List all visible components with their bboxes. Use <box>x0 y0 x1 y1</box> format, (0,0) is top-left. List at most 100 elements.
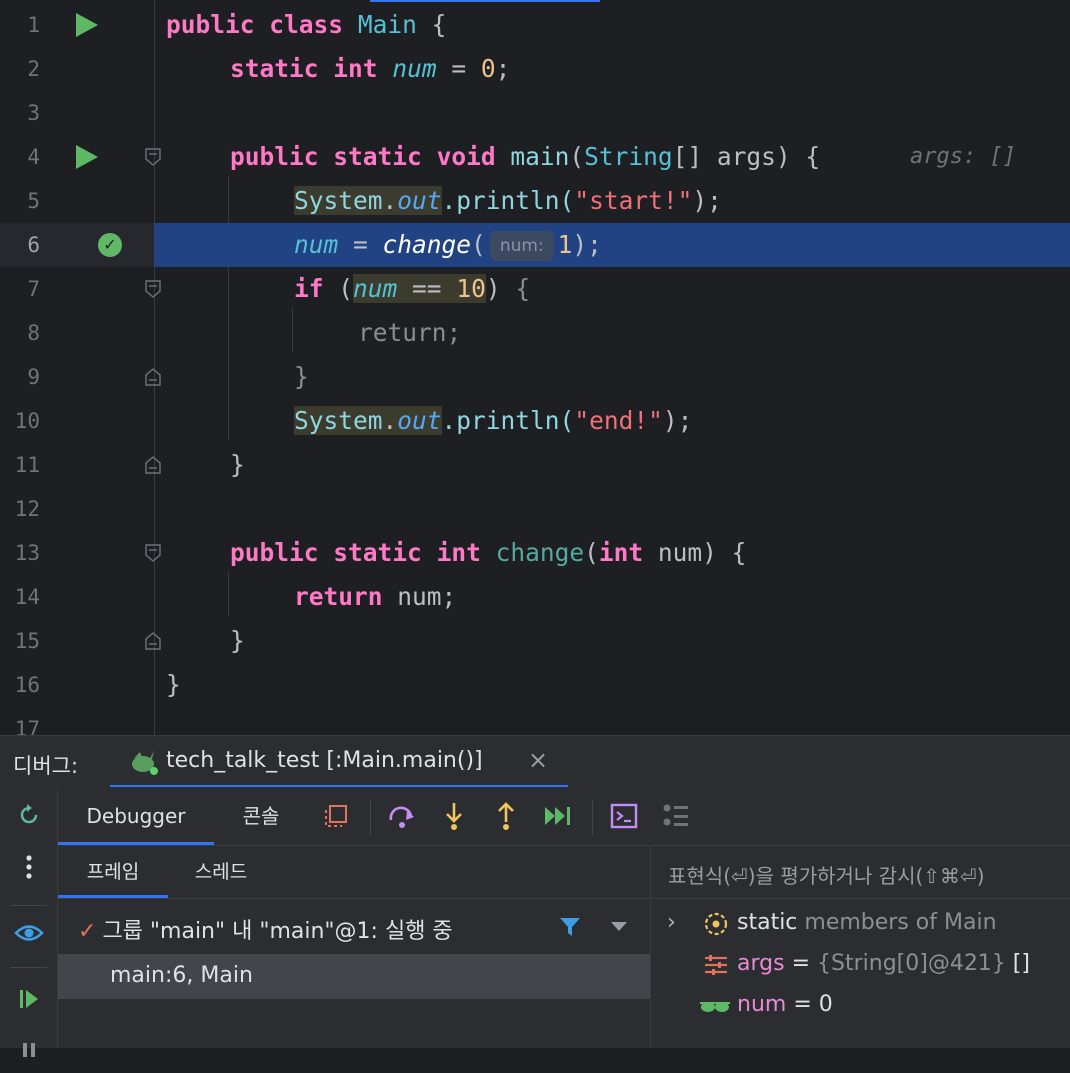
line-number: 1 <box>27 13 40 37</box>
code-line[interactable]: 4 public static void main(String[] args)… <box>0 135 1070 179</box>
fold-icon[interactable] <box>145 632 161 650</box>
current-execution-line[interactable]: 6 ✓ num = change(num: 1); <box>0 223 1070 267</box>
step-out-icon[interactable] <box>490 800 522 832</box>
tab-frames-label: 프레임 <box>86 861 140 883</box>
breakpoint-check-icon[interactable]: ✓ <box>98 233 122 257</box>
line-number: 10 <box>14 409 40 433</box>
line-number: 11 <box>14 453 40 477</box>
code-text: System.out.println("end!"); <box>294 406 693 435</box>
code-line[interactable]: 3 <box>0 91 1070 135</box>
line-number: 3 <box>27 101 40 125</box>
close-icon[interactable]: × <box>528 746 548 774</box>
stack-frame-row[interactable]: main:6, Main <box>58 954 650 999</box>
code-text: static int num = 0; <box>230 54 511 83</box>
array-icon <box>705 955 727 975</box>
tab-debugger[interactable]: Debugger <box>58 787 214 845</box>
tab-console[interactable]: 콘솔 <box>230 787 292 845</box>
code-line[interactable]: 14 return num; <box>0 575 1070 619</box>
code-text: return num; <box>294 582 457 611</box>
tab-threads[interactable]: 스레드 <box>188 846 254 898</box>
check-icon: ✓ <box>78 919 97 944</box>
parameter-hint: num: <box>489 231 554 261</box>
resume-icon[interactable] <box>0 979 57 1019</box>
fold-icon[interactable] <box>145 148 161 166</box>
filter-icon[interactable] <box>558 915 582 939</box>
line-number: 16 <box>14 673 40 697</box>
evaluate-expression-input[interactable]: 표현식(⏎)을 평가하거나 감시(⇧⌘⏎) <box>651 846 1070 899</box>
code-line[interactable]: 5 System.out.println("start!"); <box>0 179 1070 223</box>
code-line[interactable]: 15 } <box>0 619 1070 663</box>
thread-selector[interactable]: ✓ 그룹 "main" 내 "main"@1: 실행 중 <box>58 899 650 954</box>
code-line[interactable]: 1 public class Main { <box>0 3 1070 47</box>
code-editor[interactable]: 1 public class Main { 2 static int num =… <box>0 0 1070 735</box>
fold-icon[interactable] <box>145 456 161 474</box>
run-to-cursor-icon[interactable] <box>542 800 574 832</box>
code-line[interactable]: 7 if (num == 10) { <box>0 267 1070 311</box>
line-number: 9 <box>27 365 40 389</box>
code-text: } <box>166 670 181 699</box>
code-line[interactable]: 8 return; <box>0 311 1070 355</box>
line-number: 2 <box>27 57 40 81</box>
fold-icon[interactable] <box>145 280 161 298</box>
fold-icon[interactable] <box>145 544 161 562</box>
debug-session-tab[interactable]: tech_talk_test [:Main.main()] × <box>110 736 568 788</box>
code-text: public class Main { <box>166 10 447 39</box>
evaluate-placeholder: 표현식(⏎)을 평가하거나 감시(⇧⌘⏎) <box>668 864 985 888</box>
step-into-icon[interactable] <box>438 800 470 832</box>
code-text: if (num == 10) { <box>294 274 531 303</box>
eye-icon[interactable] <box>0 913 57 953</box>
chevron-down-icon[interactable] <box>611 922 627 931</box>
thread-label: 그룹 "main" 내 "main"@1: 실행 중 <box>102 919 453 944</box>
run-gutter-icon[interactable] <box>76 145 98 169</box>
code-line[interactable]: 13 public static int change(int num) { <box>0 531 1070 575</box>
list-settings-icon[interactable] <box>660 800 692 832</box>
variable-row-args[interactable]: args = {String[0]@421} [] <box>651 945 1070 985</box>
line-number: 6 <box>27 233 40 257</box>
code-line[interactable]: 17 <box>0 707 1070 735</box>
code-line[interactable]: 16 } <box>0 663 1070 707</box>
code-text: return; <box>358 318 462 347</box>
variable-row-static[interactable]: › static members of Main <box>651 904 1070 944</box>
tab-console-label: 콘솔 <box>242 804 280 828</box>
static-members-icon <box>704 912 728 936</box>
code-line[interactable]: 10 System.out.println("end!"); <box>0 399 1070 443</box>
step-over-icon[interactable] <box>386 800 418 832</box>
code-text: } <box>230 626 245 655</box>
line-number: 17 <box>14 717 40 735</box>
tab-frames[interactable]: 프레임 <box>58 846 168 898</box>
code-text: public static void main(String[] args) { <box>230 142 821 171</box>
pause-icon[interactable] <box>0 1029 57 1069</box>
run-gutter-icon[interactable] <box>76 13 98 37</box>
code-text: public static int change(int num) { <box>230 538 747 567</box>
variable-value: {String[0]@421} <box>817 951 1006 976</box>
frames-tab-bar: 프레임 스레드 <box>58 846 650 899</box>
rerun-icon[interactable] <box>0 795 57 835</box>
tab-threads-label: 스레드 <box>194 861 248 883</box>
debug-label: 디버그: <box>13 754 79 778</box>
stack-frame-label: main:6, Main <box>110 963 253 988</box>
line-number: 4 <box>27 145 40 169</box>
evaluate-expression-icon[interactable] <box>608 800 640 832</box>
variable-row-num[interactable]: num = 0 <box>651 986 1070 1026</box>
fold-icon[interactable] <box>145 368 161 386</box>
debug-side-toolbar <box>0 787 58 1057</box>
variables-panel: 표현식(⏎)을 평가하거나 감시(⇧⌘⏎) › static members o… <box>651 846 1070 1048</box>
variable-description: members of Main <box>797 910 997 935</box>
line-number: 7 <box>27 277 40 301</box>
code-line[interactable]: 2 static int num = 0; <box>0 47 1070 91</box>
code-line[interactable]: 9 } <box>0 355 1070 399</box>
code-line[interactable]: 11 } <box>0 443 1070 487</box>
code-line[interactable]: 12 <box>0 487 1070 531</box>
chevron-right-icon[interactable]: › <box>667 910 676 935</box>
more-options-icon[interactable] <box>0 847 57 887</box>
code-text: num = change(num: 1); <box>294 230 602 261</box>
code-text: System.out.println("start!"); <box>294 186 722 215</box>
tab-debugger-label: Debugger <box>86 804 186 828</box>
line-number: 5 <box>27 189 40 213</box>
show-execution-point-icon[interactable] <box>320 800 352 832</box>
debugger-toolbar: Debugger 콘솔 <box>58 787 1070 846</box>
session-name: tech_talk_test [:Main.main()] <box>166 748 483 773</box>
variable-name: static <box>737 910 798 935</box>
variable-name: args <box>737 951 785 976</box>
line-number: 14 <box>14 585 40 609</box>
